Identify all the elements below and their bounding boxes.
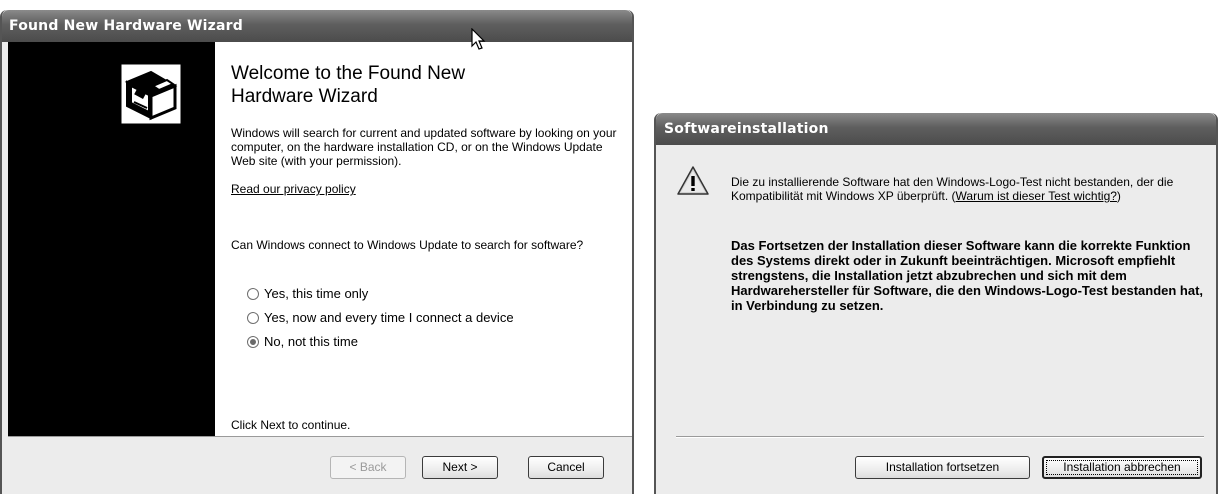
hardware-wizard-window: Found New Hardware Wizard Welcome to the… xyxy=(0,10,634,494)
wizard-title-bar[interactable]: Found New Hardware Wizard xyxy=(2,10,632,42)
why-important-link[interactable]: Warum ist dieser Test wichtig? xyxy=(956,189,1117,203)
wizard-divider xyxy=(8,436,632,437)
dialog-message: Die zu installierende Software hat den W… xyxy=(731,175,1196,203)
wizard-title: Found New Hardware Wizard xyxy=(9,18,243,34)
dialog-warning-text: Das Fortsetzen der Installation dieser S… xyxy=(731,238,1204,313)
cancel-button[interactable]: Cancel xyxy=(528,456,604,479)
warning-icon xyxy=(676,165,710,197)
radio-yes-this-time[interactable]: Yes, this time only xyxy=(247,286,368,301)
next-button[interactable]: Next > xyxy=(422,456,498,479)
wizard-intro-text: Windows will search for current and upda… xyxy=(231,126,617,168)
hardware-wizard-icon xyxy=(121,64,181,124)
wizard-continue-text: Click Next to continue. xyxy=(231,418,351,432)
wizard-side-panel xyxy=(8,42,215,436)
dialog-divider xyxy=(676,436,1204,438)
software-installation-dialog: Softwareinstallation Die zu installieren… xyxy=(654,113,1218,494)
dialog-title-bar[interactable]: Softwareinstallation xyxy=(656,113,1216,145)
wizard-heading: Welcome to the Found New Hardware Wizard xyxy=(231,63,466,107)
radio-label: Yes, now and every time I connect a devi… xyxy=(264,310,514,325)
radio-label: Yes, this time only xyxy=(264,286,369,301)
continue-installation-button[interactable]: Installation fortsetzen xyxy=(855,456,1030,479)
radio-yes-every-time[interactable]: Yes, now and every time I connect a devi… xyxy=(247,310,514,325)
wizard-question: Can Windows connect to Windows Update to… xyxy=(231,238,584,252)
dialog-title: Softwareinstallation xyxy=(664,121,829,137)
dialog-message-suffix: ) xyxy=(1116,189,1121,203)
radio-label: No, not this time xyxy=(264,334,358,349)
privacy-policy-link[interactable]: Read our privacy policy xyxy=(231,182,356,196)
abort-installation-button[interactable]: Installation abbrechen xyxy=(1042,456,1202,479)
radio-button[interactable] xyxy=(247,287,259,300)
radio-no-not-this-time[interactable]: No, not this time xyxy=(247,334,358,349)
radio-button[interactable] xyxy=(247,311,259,324)
radio-button-selected[interactable] xyxy=(247,335,259,348)
mouse-cursor-icon xyxy=(471,27,487,52)
back-button[interactable]: < Back xyxy=(330,456,406,479)
wizard-content: Welcome to the Found New Hardware Wizard… xyxy=(215,42,632,436)
